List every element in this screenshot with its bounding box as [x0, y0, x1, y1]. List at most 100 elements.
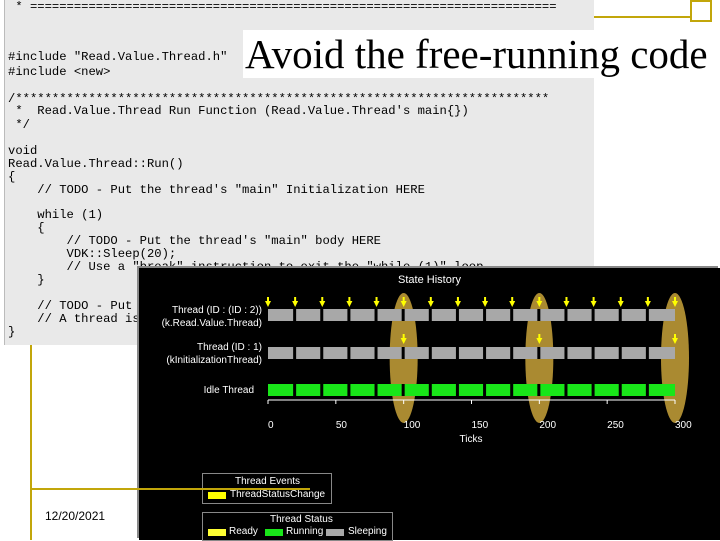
code-line: */: [8, 118, 30, 132]
band-separator: [428, 347, 432, 359]
event-arrow-stem: [375, 297, 378, 302]
x-tick-label: 250: [607, 420, 624, 431]
thread-band-idle: [268, 384, 675, 396]
band-separator: [293, 309, 297, 321]
event-arrow-stem: [321, 297, 324, 302]
code-line: VDK::Sleep(20);: [8, 247, 177, 261]
code-line: void: [8, 144, 38, 158]
band-separator: [293, 384, 297, 396]
band-separator: [374, 384, 378, 396]
event-arrow-stem: [402, 297, 405, 302]
legend-swatch-sleeping: [326, 529, 344, 536]
thread-band-read-value: [268, 309, 675, 321]
event-arrow-stem: [429, 297, 432, 302]
band-separator: [645, 347, 649, 359]
band-separator: [455, 309, 459, 321]
event-arrow-stem: [674, 334, 676, 339]
event-arrow-stem: [674, 297, 676, 302]
band-separator: [618, 384, 622, 396]
band-separator: [483, 384, 487, 396]
event-arrow-stem: [592, 297, 595, 302]
legend-swatch-ready: [208, 529, 226, 536]
band-separator: [374, 309, 378, 321]
code-line: while (1): [8, 208, 104, 222]
event-arrow-stem: [402, 334, 405, 339]
band-separator: [347, 347, 351, 359]
x-tick-label: 100: [404, 420, 421, 431]
band-separator: [401, 384, 405, 396]
band-separator: [537, 309, 541, 321]
x-tick-label: 0: [268, 420, 274, 431]
band-separator: [510, 309, 514, 321]
event-arrow-stem: [456, 297, 459, 302]
band-separator: [401, 309, 405, 321]
legend-item-status-change: ThreadStatusChange: [230, 489, 326, 500]
band-separator: [564, 309, 568, 321]
code-line: }: [8, 325, 16, 339]
event-arrow-stem: [538, 297, 541, 302]
band-separator: [537, 384, 541, 396]
band-separator: [428, 309, 432, 321]
code-line: * Read.Value.Thread Run Function (Read.V…: [8, 104, 469, 118]
band-separator: [618, 347, 622, 359]
band-separator: [347, 384, 351, 396]
band-separator: [591, 347, 595, 359]
band-separator: [293, 347, 297, 359]
code-line: #include <new>: [8, 65, 111, 79]
code-line: // TODO - Put the thread's "main" Initia…: [8, 183, 425, 197]
legend-thread-events-title: Thread Events: [235, 476, 301, 487]
legend-item-sleeping: Sleeping: [348, 526, 387, 537]
band-separator: [564, 384, 568, 396]
band-separator: [320, 309, 324, 321]
slide-date: 12/20/2021: [45, 509, 106, 523]
state-history-window: State History Thread (ID : (ID : 2)) (k.…: [139, 268, 720, 541]
x-tick-label: 150: [472, 420, 489, 431]
legend-swatch-status-change: [208, 492, 226, 499]
x-tick-label: 200: [539, 420, 556, 431]
event-arrow-stem: [646, 297, 649, 302]
band-separator: [483, 347, 487, 359]
legend-thread-status: Thread Status Ready Running Sleeping: [202, 512, 393, 541]
band-separator: [483, 309, 487, 321]
x-tick-label: 300: [675, 420, 692, 431]
band-separator: [645, 309, 649, 321]
band-separator: [401, 347, 405, 359]
footer-rule: [30, 488, 310, 490]
event-arrow-stem: [348, 297, 351, 302]
band-separator: [455, 384, 459, 396]
event-arrow-stem: [294, 297, 297, 302]
band-separator: [510, 384, 514, 396]
band-separator: [564, 347, 568, 359]
legend-item-ready: Ready: [229, 526, 258, 537]
event-arrow-stem: [538, 334, 541, 339]
code-line: Read.Value.Thread::Run(): [8, 157, 184, 171]
band-separator: [645, 384, 649, 396]
band-separator: [320, 384, 324, 396]
thread-band-initialization: [268, 347, 675, 359]
event-arrow-stem: [511, 297, 514, 302]
band-separator: [374, 347, 378, 359]
band-separator: [347, 309, 351, 321]
x-axis-label: Ticks: [460, 434, 483, 445]
band-separator: [537, 347, 541, 359]
slide-title: Avoid the free-running code: [243, 30, 710, 78]
band-separator: [455, 347, 459, 359]
event-arrow-stem: [565, 297, 568, 302]
legend-item-running: Running: [286, 526, 324, 537]
band-separator: [320, 347, 324, 359]
code-line: {: [8, 221, 45, 235]
band-separator: [510, 347, 514, 359]
legend-thread-status-title: Thread Status: [270, 514, 333, 525]
event-arrow-stem: [267, 297, 269, 302]
code-line: }: [8, 273, 45, 287]
band-separator: [428, 384, 432, 396]
band-separator: [591, 309, 595, 321]
legend-swatch-running: [265, 529, 283, 536]
code-line: * ======================================…: [8, 0, 557, 14]
event-arrow-stem: [484, 297, 487, 302]
code-line: // TODO - Put the thread's "main" body H…: [8, 234, 382, 248]
slide-decoration-corner-box: [690, 0, 712, 22]
event-arrow-stem: [619, 297, 622, 302]
x-tick-label: 50: [336, 420, 348, 431]
code-line: {: [8, 170, 16, 184]
